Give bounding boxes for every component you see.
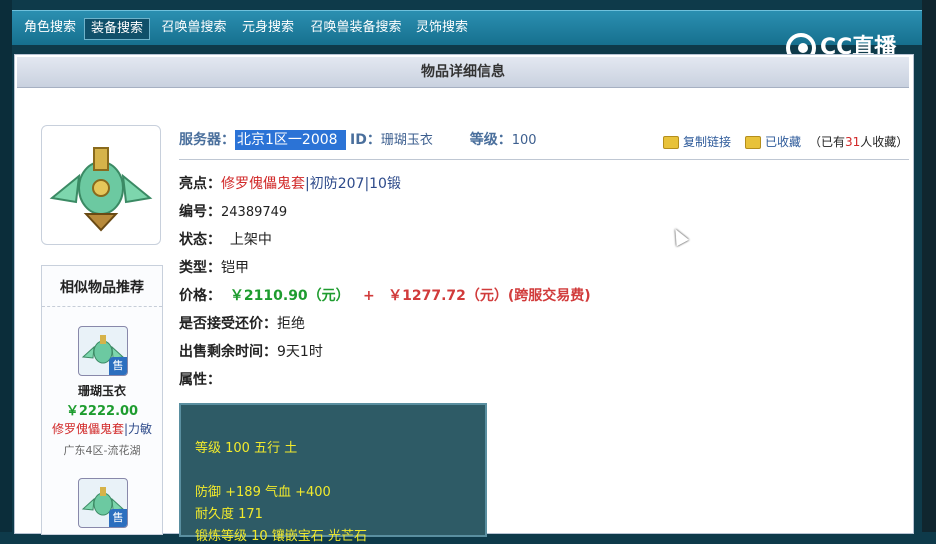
remaining-value: 9天1时 [277, 344, 323, 360]
tab-avatar-search[interactable]: 元身搜索 [236, 18, 300, 38]
server-value[interactable]: 北京1区一2008 [235, 130, 346, 150]
tab-role-search[interactable]: 角色搜索 [18, 18, 82, 38]
sell-badge: 售 [109, 357, 127, 375]
level-label: 等级： [469, 132, 512, 148]
panel-title: 物品详细信息 [17, 57, 909, 88]
item-detail-panel: 物品详细信息 相似物品推荐 售 珊瑚玉衣 ￥2222.00 修罗傀儡鬼套|力敏 … [14, 54, 914, 544]
similar-item-name[interactable]: 珊瑚玉衣 [42, 382, 162, 399]
remaining-label: 出售剩余时间： [179, 344, 277, 360]
sell-badge: 售 [109, 509, 127, 527]
tab-accessory-search[interactable]: 灵饰搜索 [410, 18, 474, 38]
server-label: 服务器： [179, 132, 235, 148]
similar-item-price: ￥2222.00 [65, 404, 139, 419]
remaining-row: 出售剩余时间：9天1时 [179, 341, 323, 361]
price-fee: ￥1277.72（元）(跨服交易费) [388, 288, 591, 304]
price-plus: + [363, 288, 375, 304]
id-value: 珊瑚玉衣 [380, 133, 433, 148]
status-label: 状态： [179, 232, 221, 248]
highlight-row: 亮点：修罗傀儡鬼套|初防207|10锻 [179, 173, 401, 193]
similar-item-thumb[interactable]: 售 [78, 326, 128, 376]
price-row: 价格： ￥2110.90（元） + ￥1277.72（元）(跨服交易费) [179, 285, 591, 305]
price-label: 价格： [179, 288, 221, 304]
number-label: 编号： [179, 204, 221, 220]
copy-link-button[interactable]: 复制链接 [663, 133, 731, 150]
background-right [922, 0, 936, 532]
attr-label: 属性： [179, 372, 221, 388]
attr-line-3: 耐久度 171 [195, 507, 263, 522]
similar-items-title: 相似物品推荐 [42, 266, 162, 307]
similar-item-thumb-2[interactable]: 售 [78, 478, 128, 528]
tab-equipment-search[interactable]: 装备搜索 [84, 18, 150, 40]
item-header-row: 服务器： 北京1区一2008 ID：珊瑚玉衣 等级：100 [179, 129, 537, 150]
favorite-label: 已收藏 [765, 135, 802, 149]
similar-item-server: 广东4区-流花湖 [63, 444, 141, 457]
fav-count-suffix: 人收藏） [860, 135, 909, 149]
favorite-count: （已有31人收藏） [809, 133, 908, 150]
tab-pet-search[interactable]: 召唤兽搜索 [156, 18, 232, 38]
bargain-value: 拒绝 [277, 316, 305, 332]
bargain-label: 是否接受还价： [179, 316, 277, 332]
type-label: 类型： [179, 260, 221, 276]
highlight-label: 亮点： [179, 176, 221, 192]
highlight-red[interactable]: 修罗傀儡鬼套 [221, 176, 305, 192]
number-row: 编号：24389749 [179, 201, 287, 221]
header-divider [179, 159, 909, 160]
status-value: 上架中 [229, 232, 272, 248]
copy-link-label: 复制链接 [683, 135, 732, 149]
price-main: ￥2110.90（元） [229, 288, 350, 304]
type-row: 类型：铠甲 [179, 257, 249, 277]
similar-item-tags: 修罗傀儡鬼套|力敏 [42, 420, 162, 437]
fav-count-number: 31 [845, 135, 861, 149]
similar-item-tag-rest: |力敏 [123, 422, 153, 436]
attr-line-1: 等级 100 五行 土 [195, 441, 298, 456]
highlight-rest: |初防207|10锻 [305, 176, 401, 192]
item-image [41, 125, 161, 245]
number-value: 24389749 [221, 205, 288, 220]
favorite-button[interactable]: 已收藏 [745, 133, 801, 150]
similar-items: 相似物品推荐 售 珊瑚玉衣 ￥2222.00 修罗傀儡鬼套|力敏 广东4区-流花… [41, 265, 163, 535]
id-label: ID： [350, 132, 381, 148]
attr-line-4: 锻炼等级 10 镶嵌宝石 光芒石 [195, 529, 367, 544]
armor-icon [49, 147, 153, 232]
background-left [0, 0, 12, 532]
status-row: 状态： 上架中 [179, 229, 272, 249]
similar-item-tag-red: 修罗傀儡鬼套 [51, 422, 124, 436]
level-value: 100 [511, 133, 537, 148]
bargain-row: 是否接受还价：拒绝 [179, 313, 305, 333]
type-value: 铠甲 [221, 260, 249, 276]
attr-row: 属性： [179, 369, 221, 389]
copy-link-icon [663, 136, 679, 149]
tab-pet-equipment-search[interactable]: 召唤兽装备搜索 [304, 18, 408, 38]
attr-line-2: 防御 +189 气血 +400 [195, 485, 331, 500]
attributes-box: 等级 100 五行 土 防御 +189 气血 +400 耐久度 171 锻炼等级… [179, 403, 487, 544]
fav-count-prefix: （已有 [809, 135, 846, 149]
favorite-icon [745, 136, 761, 149]
